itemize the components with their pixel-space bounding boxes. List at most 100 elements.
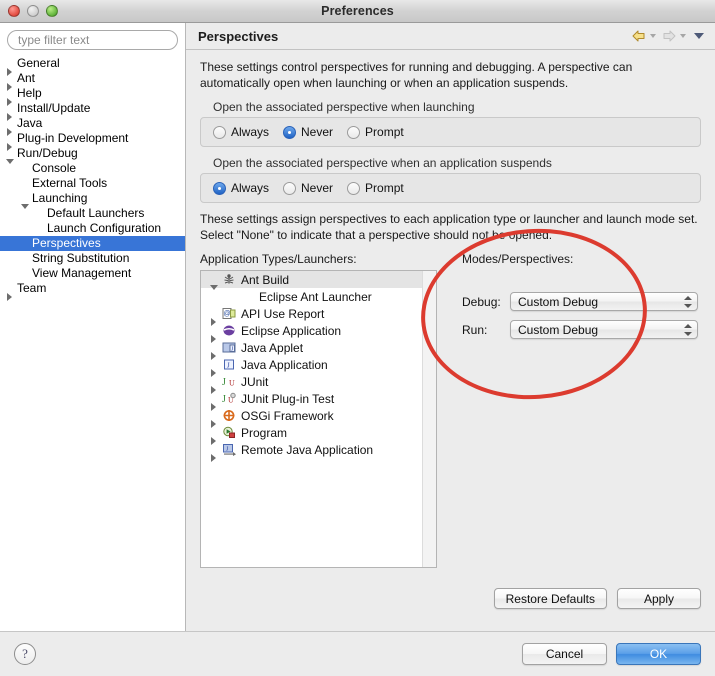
sidebar-item-launching[interactable]: Launching — [0, 191, 185, 209]
list-item[interactable]: Ant Build — [201, 271, 436, 290]
radio-indicator-icon — [213, 181, 226, 195]
apply-button[interactable]: Apply — [617, 588, 701, 609]
list-item-label: Eclipse Ant Launcher — [259, 289, 372, 304]
list-item-label: API Use Report — [241, 306, 325, 321]
list-item[interactable]: J Java Application — [201, 356, 436, 377]
sidebar-item-label: Ant — [17, 71, 36, 85]
preferences-sidebar: GeneralAntHelpInstall/UpdateJavaPlug-in … — [0, 23, 186, 631]
sidebar-item-label: Perspectives — [32, 236, 101, 250]
modes-perspectives-column: Modes/Perspectives: Debug: Custom Debug Ru… — [443, 252, 701, 568]
sidebar-item-label: Java — [17, 116, 43, 130]
list-item[interactable]: OSGi Framework — [201, 407, 436, 428]
modes-rows: Debug: Custom Debug Run: Custom Debug — [462, 292, 701, 339]
application-types-column: Application Types/Launchers: Ant Build Ec… — [200, 252, 443, 568]
radio-indicator-icon — [213, 125, 226, 139]
stepper-arrows-icon[interactable] — [683, 323, 692, 337]
radio-indicator-icon — [283, 125, 297, 139]
radio-never[interactable]: Never — [283, 125, 333, 139]
radio-prompt[interactable]: Prompt — [347, 125, 404, 139]
radio-label: Always — [231, 181, 270, 195]
radio-indicator-icon — [347, 125, 361, 139]
radio-always[interactable]: Always — [213, 181, 269, 195]
perspective-select-value: Custom Debug — [518, 294, 599, 309]
sidebar-item-label: Team — [17, 281, 47, 295]
sidebar-item-console[interactable]: Console — [0, 161, 185, 176]
svg-text:J: J — [227, 361, 230, 369]
list-item-label: OSGi Framework — [241, 408, 334, 423]
list-item[interactable]: J Remote Java Application — [201, 441, 436, 462]
list-item[interactable]: Eclipse Application — [201, 322, 436, 343]
suspend-group-label: Open the associated perspective when an … — [213, 156, 552, 170]
application-list-scrollbar[interactable] — [422, 271, 436, 567]
sidebar-item-label: Run/Debug — [17, 146, 78, 160]
list-item-label: Program — [241, 425, 288, 440]
application-types-list[interactable]: Ant Build Eclipse Ant Launcher @ API Use Re… — [200, 270, 437, 568]
java-applet-icon: J — [222, 341, 238, 355]
list-item[interactable]: J U JUnit — [201, 373, 436, 394]
stepper-arrows-icon[interactable] — [683, 295, 692, 309]
list-item[interactable]: @ API Use Report — [201, 305, 436, 326]
sidebar-item-view-management[interactable]: View Management — [0, 266, 185, 281]
sidebar-item-run-debug[interactable]: Run/Debug — [0, 146, 185, 164]
forward-arrow-icon — [661, 29, 677, 43]
back-arrow-icon[interactable] — [631, 29, 647, 43]
page-header: Perspectives — [186, 23, 715, 50]
back-dropdown-caret-icon[interactable] — [650, 34, 656, 38]
sidebar-item-label: View Management — [32, 266, 132, 280]
filter-input[interactable] — [7, 30, 178, 50]
restore-defaults-button[interactable]: Restore Defaults — [493, 588, 607, 609]
radio-always[interactable]: Always — [213, 125, 269, 139]
window-title: Preferences — [321, 4, 394, 18]
help-button[interactable]: ? — [14, 643, 36, 665]
mode-row-run: Run: Custom Debug — [462, 320, 701, 339]
cancel-button[interactable]: Cancel — [522, 643, 607, 665]
list-item-label: Java Applet — [241, 340, 304, 355]
sidebar-item-team[interactable]: Team — [0, 281, 185, 301]
sidebar-item-java[interactable]: Java — [0, 116, 185, 136]
radio-never[interactable]: Never — [283, 181, 333, 195]
window-body: GeneralAntHelpInstall/UpdateJavaPlug-in … — [0, 23, 715, 631]
list-item-label: JUnit Plug-in Test — [241, 391, 335, 406]
list-item-no-icon — [240, 290, 256, 304]
preferences-content: Perspectives These settings control pers… — [186, 23, 715, 631]
ok-button[interactable]: OK — [616, 643, 701, 665]
radio-label: Never — [301, 181, 334, 195]
perspective-select-debug[interactable]: Custom Debug — [510, 292, 698, 311]
assign-area: Application Types/Launchers: Ant Build Ec… — [200, 252, 701, 568]
radio-prompt[interactable]: Prompt — [347, 181, 404, 195]
list-item[interactable]: Program — [201, 424, 436, 445]
launching-group: Open the associated perspective when lau… — [200, 100, 701, 147]
perspective-select-run[interactable]: Custom Debug — [510, 320, 698, 339]
java-application-icon: J — [222, 358, 238, 372]
sidebar-item-general[interactable]: General — [0, 56, 185, 76]
ant-build-icon — [222, 273, 238, 287]
sidebar-item-label: Help — [17, 86, 42, 100]
launching-group-label: Open the associated perspective when lau… — [213, 100, 475, 114]
dialog-footer: ? Cancel OK — [0, 631, 715, 676]
view-menu-icon[interactable] — [694, 33, 704, 39]
radio-indicator-icon — [283, 181, 297, 195]
list-item[interactable]: J Java Applet — [201, 339, 436, 360]
sidebar-item-label: External Tools — [32, 176, 108, 190]
sidebar-item-install-update[interactable]: Install/Update — [0, 101, 185, 121]
page-title: Perspectives — [198, 28, 279, 44]
sidebar-item-label: Default Launchers — [47, 206, 145, 220]
junit-plugin-test-icon: JU — [222, 392, 238, 406]
sidebar-item-perspectives[interactable]: Perspectives — [0, 236, 185, 251]
sidebar-item-label: Console — [32, 161, 77, 175]
sidebar-item-launch-configuration[interactable]: Launch Configuration — [0, 221, 185, 236]
list-item[interactable]: Eclipse Ant Launcher — [201, 288, 436, 305]
list-item-label: Java Application — [241, 357, 328, 372]
page-action-buttons: Restore Defaults Apply — [493, 588, 701, 609]
sidebar-item-external-tools[interactable]: External Tools — [0, 176, 185, 191]
sidebar-item-ant[interactable]: Ant — [0, 71, 185, 91]
forward-dropdown-caret-icon[interactable] — [680, 34, 686, 38]
page-content: These settings control perspectives for … — [186, 50, 715, 568]
list-item[interactable]: J U JUnit Plug-in Test — [201, 390, 436, 411]
sidebar-item-help[interactable]: Help — [0, 86, 185, 106]
sidebar-item-plug-in-development[interactable]: Plug-in Development — [0, 131, 185, 151]
assign-description: These settings assign perspectives to ea… — [200, 212, 698, 242]
remote-java-application-icon: J — [222, 443, 238, 457]
sidebar-item-string-substitution[interactable]: String Substitution — [0, 251, 185, 266]
application-types-label: Application Types/Launchers: — [200, 252, 357, 266]
